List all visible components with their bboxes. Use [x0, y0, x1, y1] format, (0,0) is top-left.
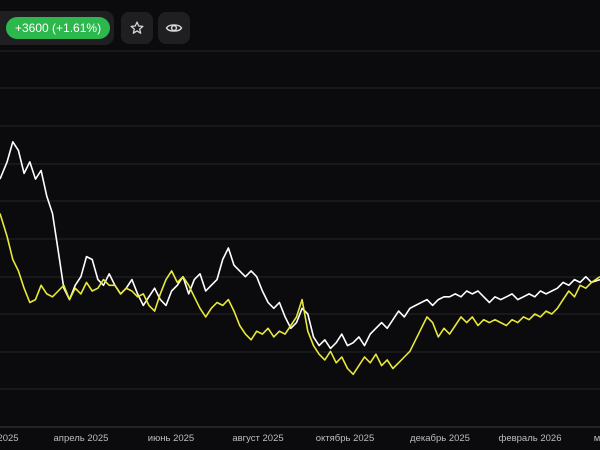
- x-tick-label: февраль 2026: [499, 433, 562, 444]
- price-change-group: +3600 (+1.61%): [0, 11, 114, 45]
- favorite-button[interactable]: [121, 12, 153, 44]
- x-axis: 2025 апрель 2025 июнь 2025 август 2025 октяб…: [0, 433, 600, 444]
- chart-screen: 2025 апрель 2025 июнь 2025 август 2025 октяб…: [0, 0, 600, 450]
- watch-button[interactable]: [158, 12, 190, 44]
- x-tick-label: 2025: [0, 433, 19, 444]
- x-tick-label: декабрь 2025: [410, 433, 470, 444]
- x-tick-label: апрель 2025: [54, 433, 109, 444]
- x-tick-label: м: [594, 433, 600, 444]
- x-tick-label: август 2025: [232, 433, 283, 444]
- grid-lines: [0, 50, 600, 428]
- series-lines: [0, 141, 600, 376]
- star-icon: [130, 21, 144, 34]
- eye-icon: [165, 24, 183, 32]
- price-change-badge: +3600 (+1.61%): [6, 17, 111, 39]
- x-tick-label: июнь 2025: [148, 433, 194, 444]
- series-line-white: [0, 141, 600, 350]
- x-tick-label: октябрь 2025: [316, 433, 375, 444]
- chart-toolbar: +3600 (+1.61%): [0, 0, 600, 50]
- series-line-yellow: [0, 213, 600, 376]
- price-chart[interactable]: 2025 апрель 2025 июнь 2025 август 2025 октяб…: [0, 0, 600, 450]
